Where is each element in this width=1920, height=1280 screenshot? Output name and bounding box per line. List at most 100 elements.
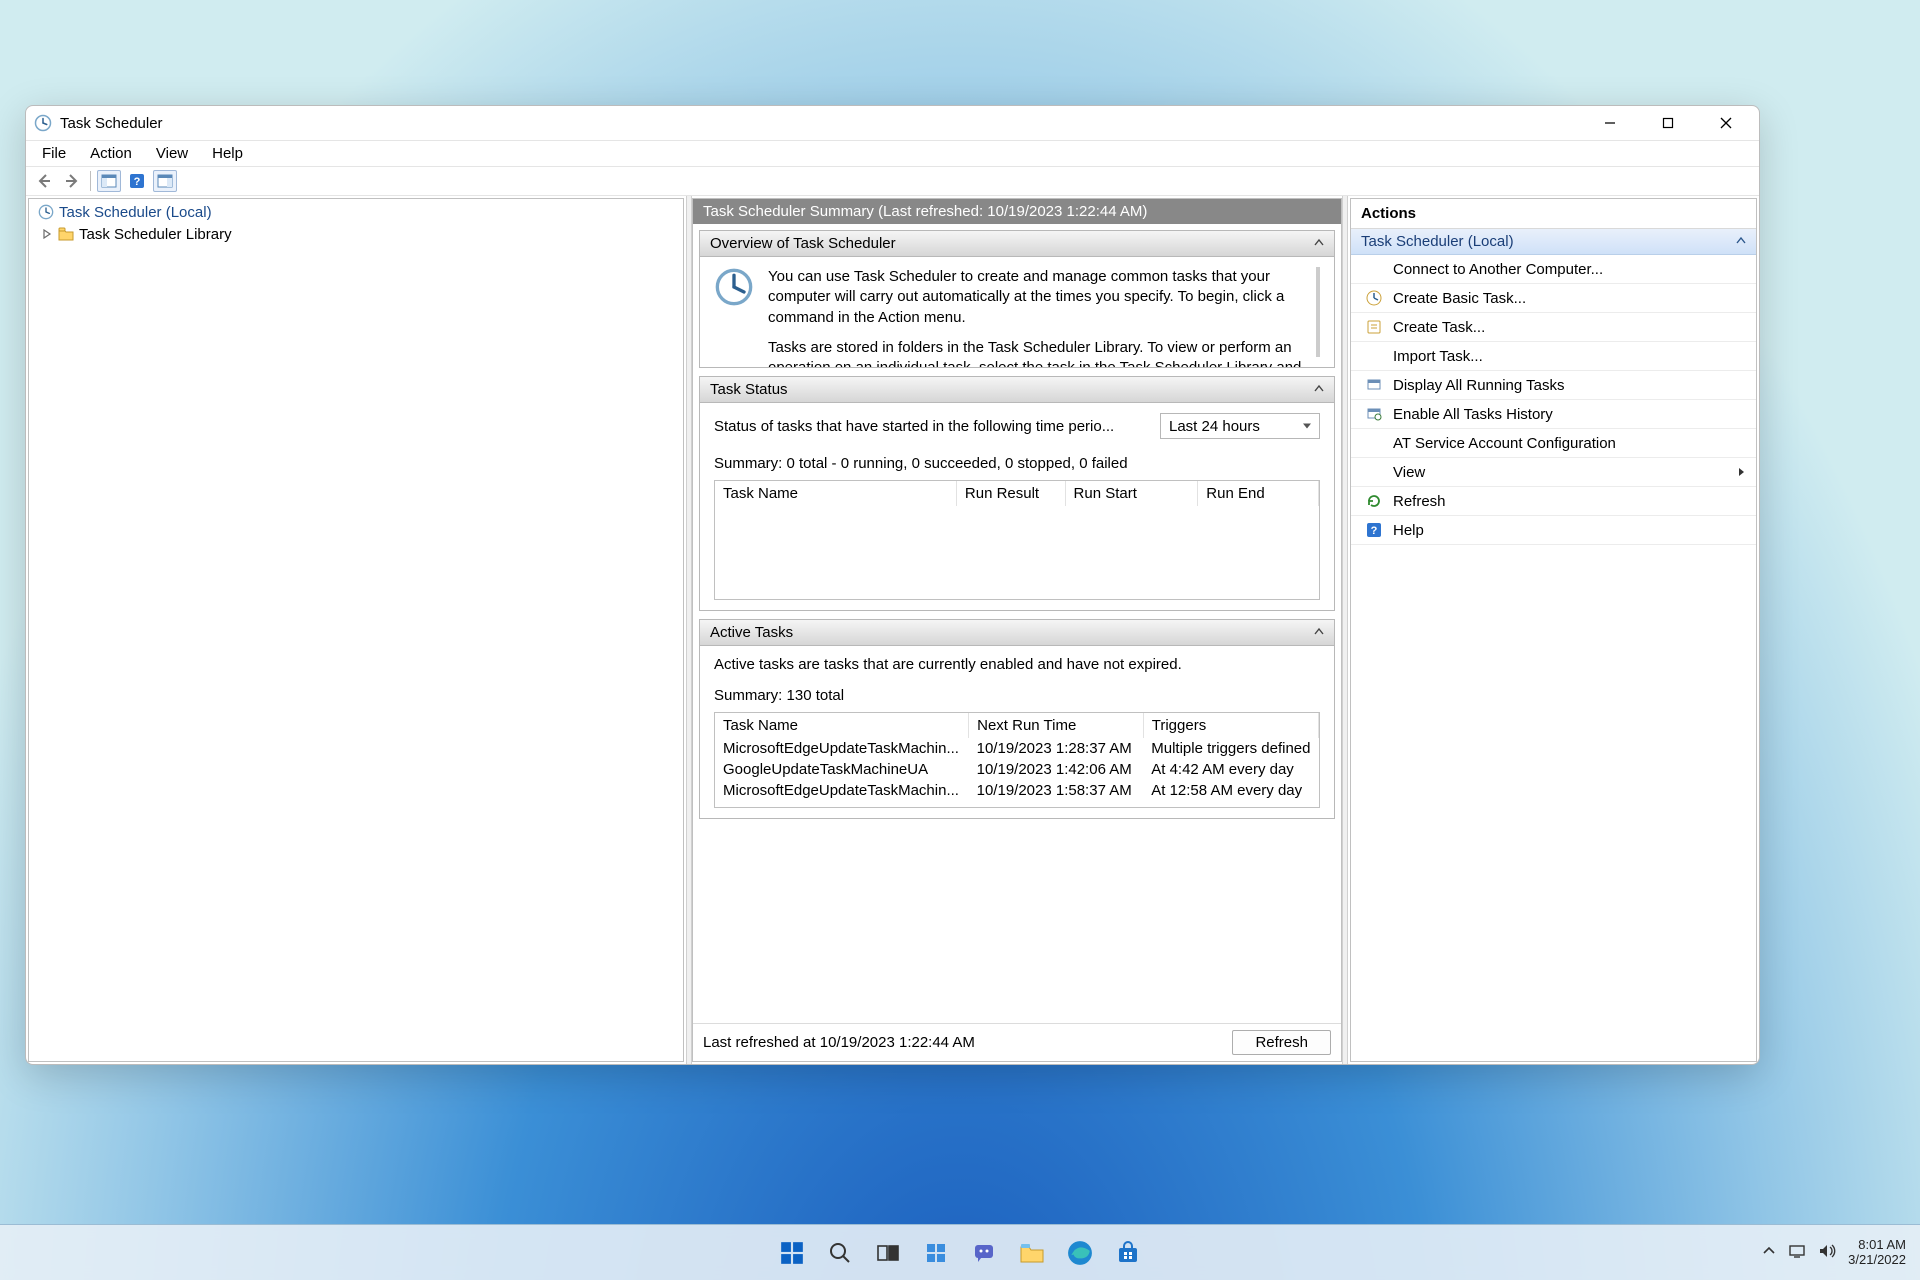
taskbar[interactable]: 8:01 AM 3/21/2022 — [0, 1224, 1920, 1280]
search-icon[interactable] — [823, 1236, 857, 1270]
action-import-task[interactable]: Import Task... — [1351, 342, 1756, 371]
network-icon[interactable] — [1788, 1243, 1806, 1262]
table-row[interactable]: GoogleUpdateTaskMachineUA10/19/2023 1:42… — [715, 759, 1319, 780]
action-view[interactable]: View — [1351, 458, 1756, 487]
active-tasks-desc: Active tasks are tasks that are currentl… — [714, 656, 1320, 673]
menu-help[interactable]: Help — [200, 143, 255, 164]
taskbar-date: 3/21/2022 — [1848, 1253, 1906, 1268]
navigation-tree[interactable]: Task Scheduler (Local) Task Scheduler Li… — [28, 198, 684, 1062]
blank-icon — [1365, 463, 1383, 481]
basic-icon — [1365, 289, 1383, 307]
active-tasks-title: Active Tasks — [710, 624, 793, 641]
active-tasks-table[interactable]: Task Name Next Run Time Triggers Microso… — [714, 712, 1320, 808]
collapse-icon[interactable] — [1736, 233, 1746, 250]
show-hide-actions-button[interactable] — [153, 170, 177, 192]
action-label: Enable All Tasks History — [1393, 406, 1553, 423]
file-explorer-icon[interactable] — [1015, 1236, 1049, 1270]
active-tasks-header[interactable]: Active Tasks — [700, 620, 1334, 646]
back-button[interactable] — [32, 170, 56, 192]
action-label: View — [1393, 464, 1425, 481]
help-icon: ? — [1365, 521, 1383, 539]
action-refresh[interactable]: Refresh — [1351, 487, 1756, 516]
col-run-start[interactable]: Run Start — [1065, 481, 1198, 506]
action-label: Connect to Another Computer... — [1393, 261, 1603, 278]
overview-header[interactable]: Overview of Task Scheduler — [700, 231, 1334, 257]
collapse-icon[interactable] — [1314, 624, 1324, 641]
col-run-end[interactable]: Run End — [1198, 481, 1319, 506]
tree-library-label: Task Scheduler Library — [79, 226, 232, 243]
collapse-icon[interactable] — [1314, 235, 1324, 252]
widgets-icon[interactable] — [919, 1236, 953, 1270]
window-title: Task Scheduler — [60, 115, 163, 132]
last-refreshed-label: Last refreshed at 10/19/2023 1:22:44 AM — [703, 1034, 975, 1051]
action-create-task[interactable]: Create Task... — [1351, 313, 1756, 342]
summary-footer: Last refreshed at 10/19/2023 1:22:44 AM … — [693, 1023, 1341, 1061]
col-task-name[interactable]: Task Name — [715, 481, 956, 506]
table-row[interactable]: MicrosoftEdgeUpdateTaskMachin...10/19/20… — [715, 738, 1319, 759]
chat-icon[interactable] — [967, 1236, 1001, 1270]
summary-heading: Task Scheduler Summary (Last refreshed: … — [693, 199, 1341, 224]
folder-icon — [57, 225, 75, 243]
maximize-button[interactable] — [1639, 109, 1697, 137]
titlebar[interactable]: Task Scheduler — [26, 106, 1759, 140]
overview-text-2: Tasks are stored in folders in the Task … — [768, 338, 1306, 367]
help-button[interactable]: ? — [125, 170, 149, 192]
status-range-label: Status of tasks that have started in the… — [714, 418, 1146, 435]
task-status-section: Task Status Status of tasks that have st… — [699, 376, 1335, 611]
minimize-button[interactable] — [1581, 109, 1639, 137]
clock-icon — [37, 203, 55, 221]
actions-heading: Actions — [1351, 199, 1756, 229]
menu-view[interactable]: View — [144, 143, 200, 164]
menu-action[interactable]: Action — [78, 143, 144, 164]
action-label: Create Task... — [1393, 319, 1485, 336]
close-button[interactable] — [1697, 109, 1755, 137]
action-connect-to-another-computer[interactable]: Connect to Another Computer... — [1351, 255, 1756, 284]
status-table[interactable]: Task Name Run Result Run Start Run End — [714, 480, 1320, 600]
action-enable-all-tasks-history[interactable]: Enable All Tasks History — [1351, 400, 1756, 429]
table-row[interactable]: MicrosoftEdgeUpdateTaskMachin...10/19/20… — [715, 780, 1319, 801]
splitter[interactable] — [1342, 196, 1348, 1064]
system-tray[interactable]: 8:01 AM 3/21/2022 — [1762, 1225, 1906, 1280]
chevron-up-icon[interactable] — [1762, 1244, 1776, 1261]
action-help[interactable]: ? Help — [1351, 516, 1756, 545]
col-triggers[interactable]: Triggers — [1143, 713, 1318, 738]
show-hide-tree-button[interactable] — [97, 170, 121, 192]
menu-file[interactable]: File — [30, 143, 78, 164]
expand-icon[interactable] — [37, 229, 57, 239]
actions-subheading[interactable]: Task Scheduler (Local) — [1351, 229, 1756, 255]
store-icon[interactable] — [1111, 1236, 1145, 1270]
col-task-name[interactable]: Task Name — [715, 713, 969, 738]
col-next-run-time[interactable]: Next Run Time — [969, 713, 1144, 738]
edge-icon[interactable] — [1063, 1236, 1097, 1270]
menubar: File Action View Help — [26, 140, 1759, 166]
active-tasks-section: Active Tasks Active tasks are tasks that… — [699, 619, 1335, 819]
action-create-basic-task[interactable]: Create Basic Task... — [1351, 284, 1756, 313]
action-label: Import Task... — [1393, 348, 1483, 365]
running-icon — [1365, 376, 1383, 394]
svg-text:?: ? — [134, 176, 141, 188]
start-button[interactable] — [775, 1236, 809, 1270]
collapse-icon[interactable] — [1314, 381, 1324, 398]
action-label: AT Service Account Configuration — [1393, 435, 1616, 452]
status-range-select[interactable]: Last 24 hours — [1160, 413, 1320, 439]
col-run-result[interactable]: Run Result — [956, 481, 1065, 506]
tree-root[interactable]: Task Scheduler (Local) — [33, 201, 683, 223]
action-label: Help — [1393, 522, 1424, 539]
actions-pane: Actions Task Scheduler (Local) Connect t… — [1350, 198, 1757, 1062]
action-at-service-account-configuration[interactable]: AT Service Account Configuration — [1351, 429, 1756, 458]
action-label: Create Basic Task... — [1393, 290, 1526, 307]
task-icon — [1365, 318, 1383, 336]
task-view-icon[interactable] — [871, 1236, 905, 1270]
action-display-all-running-tasks[interactable]: Display All Running Tasks — [1351, 371, 1756, 400]
status-summary: Summary: 0 total - 0 running, 0 succeede… — [714, 455, 1320, 472]
tree-root-label: Task Scheduler (Local) — [59, 204, 212, 221]
blank-icon — [1365, 347, 1383, 365]
volume-icon[interactable] — [1818, 1243, 1836, 1262]
taskbar-time: 8:01 AM — [1848, 1238, 1906, 1253]
forward-button[interactable] — [60, 170, 84, 192]
taskbar-clock[interactable]: 8:01 AM 3/21/2022 — [1848, 1238, 1906, 1268]
refresh-button[interactable]: Refresh — [1232, 1030, 1331, 1055]
task-status-header[interactable]: Task Status — [700, 377, 1334, 403]
tree-library[interactable]: Task Scheduler Library — [33, 223, 683, 245]
toolbar: ? — [26, 166, 1759, 196]
